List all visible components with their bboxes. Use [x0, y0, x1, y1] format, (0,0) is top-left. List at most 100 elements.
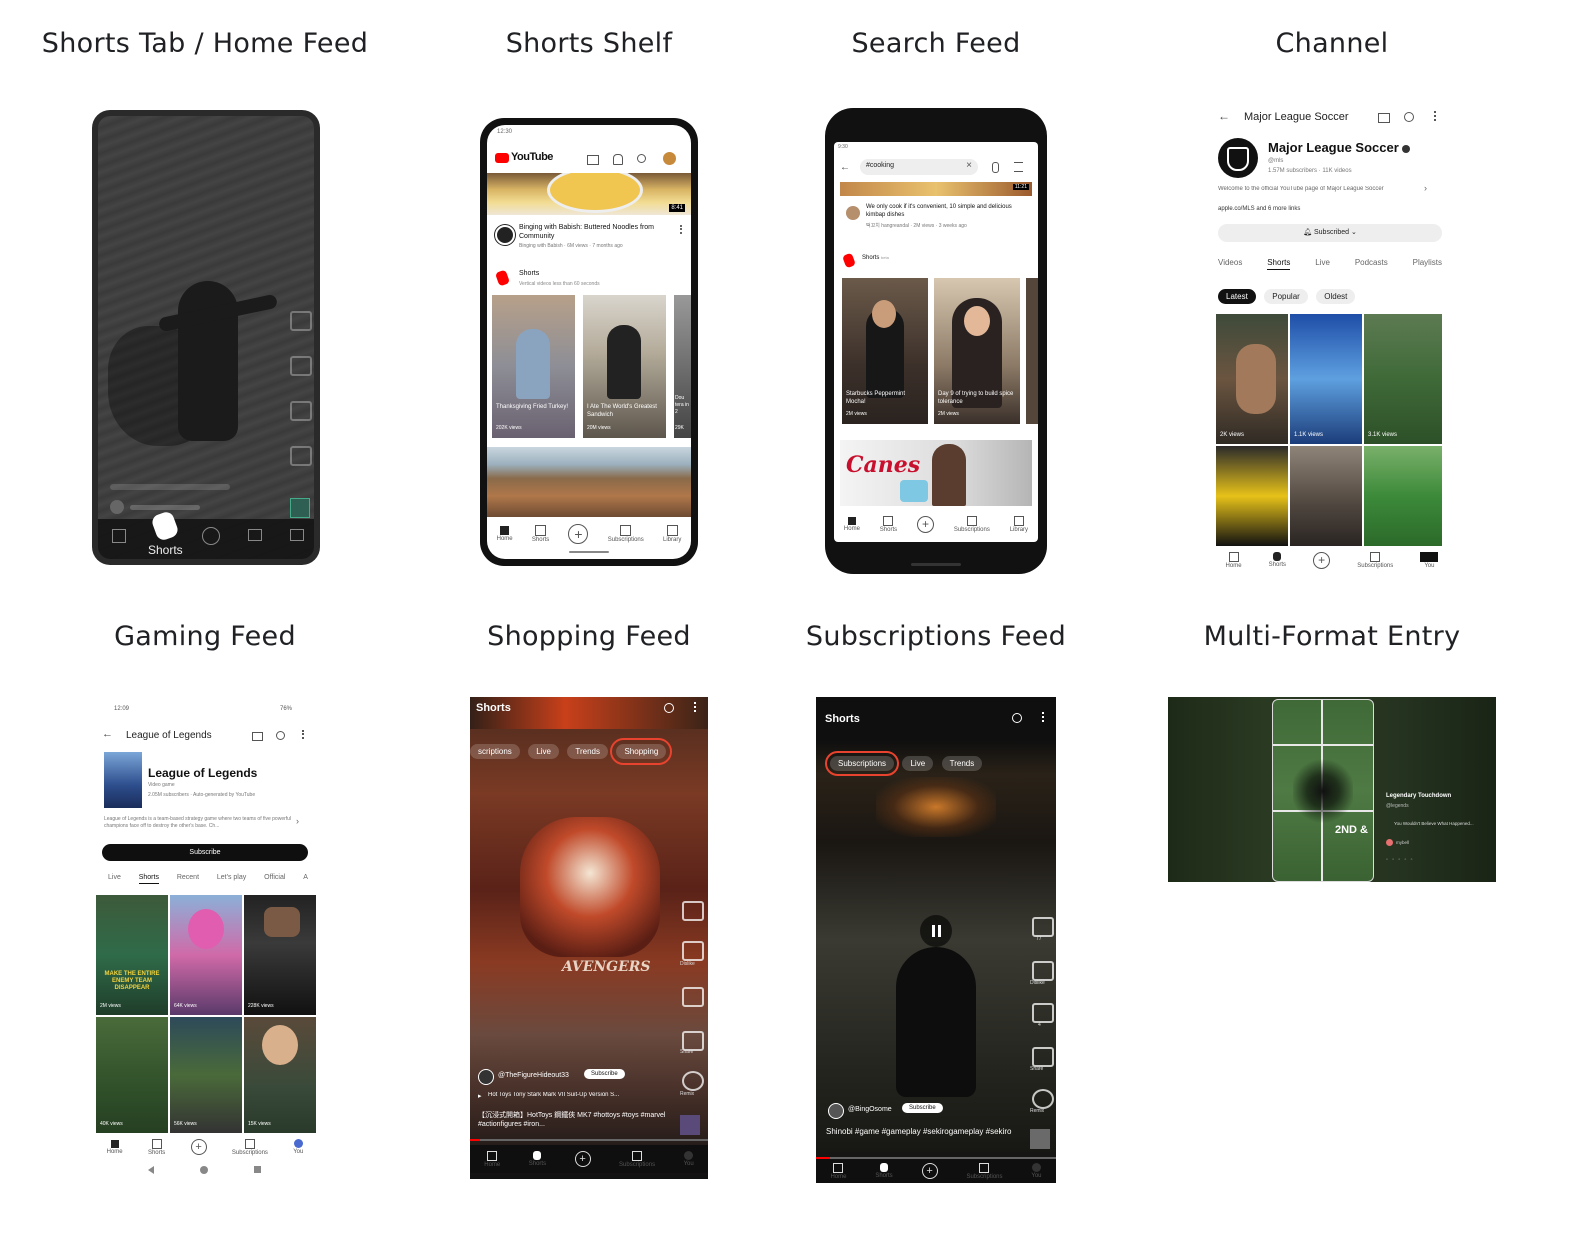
nav-you[interactable]: You — [1031, 1163, 1042, 1179]
nav-shorts[interactable]: Shorts — [1269, 552, 1286, 568]
nav-you[interactable]: You — [684, 1151, 694, 1167]
nav-shorts[interactable]: Shorts — [529, 1151, 546, 1167]
back-icon[interactable]: ← — [1218, 109, 1230, 123]
filter-oldest[interactable]: Oldest — [1316, 289, 1356, 304]
tab-live[interactable]: Live — [108, 874, 121, 884]
chip-subscriptions[interactable]: Subscriptions — [824, 751, 900, 776]
short-card[interactable]: Thanksgiving Fried Turkey! 202K views — [492, 295, 575, 438]
short-card[interactable]: 2K views — [1216, 314, 1288, 444]
nav-home[interactable]: Home — [484, 1150, 500, 1168]
tab-shorts[interactable]: Shorts — [1267, 258, 1291, 270]
video-title[interactable]: We only cook if it's convenient, 10 simp… — [866, 203, 1016, 219]
search-icon[interactable] — [276, 731, 285, 740]
shop-subscribe-button[interactable]: Subscribe — [584, 1069, 625, 1079]
subscribed-button[interactable]: 🔔︎ Subscribed ⌄ — [1218, 224, 1442, 242]
create-icon[interactable]: + — [568, 524, 589, 544]
game-description[interactable]: League of Legends is a team-based strate… — [104, 816, 300, 830]
shop-like-icon[interactable] — [682, 901, 704, 921]
account-avatar[interactable] — [663, 152, 676, 165]
subs-remix-icon[interactable] — [1032, 1089, 1054, 1109]
chip-live[interactable]: Live — [902, 756, 934, 771]
shop-channel-avatar[interactable] — [478, 1069, 494, 1085]
short-card[interactable] — [1364, 446, 1442, 546]
nav-home[interactable]: Home — [107, 1139, 123, 1155]
shop-remix-icon[interactable] — [682, 1071, 704, 1091]
more-icon[interactable] — [302, 730, 306, 739]
android-back-icon[interactable] — [148, 1166, 154, 1174]
create-icon[interactable]: + — [1313, 551, 1331, 569]
nav-subscriptions[interactable]: Subscriptions — [954, 515, 990, 533]
filter-icon[interactable] — [1014, 162, 1023, 172]
multi-video-title[interactable]: Legendary Touchdown — [1386, 793, 1451, 799]
short-card[interactable]: 3.1K views — [1364, 314, 1442, 444]
short-card[interactable]: 1.1K views — [1290, 314, 1362, 444]
short-card[interactable]: I Ate The World's Greatest Sandwich 20M … — [583, 295, 666, 438]
cast-icon[interactable] — [587, 155, 599, 165]
chevron-right-icon[interactable]: › — [296, 816, 299, 826]
chip-trends[interactable]: Trends — [941, 756, 983, 771]
search-icon[interactable] — [637, 154, 646, 163]
chip-trends[interactable]: Trends — [567, 744, 608, 759]
channel-avatar[interactable] — [110, 500, 124, 514]
nav-home[interactable]: Home — [497, 526, 513, 542]
shop-dislike-icon[interactable] — [682, 941, 704, 961]
video-channel-avatar[interactable] — [495, 225, 515, 245]
short-card[interactable]: MAKE THE ENTIRE ENEMY TEAM DISAPPEAR 2M … — [96, 895, 168, 1015]
more-icon[interactable] — [694, 702, 698, 712]
search-icon[interactable] — [1012, 713, 1022, 723]
search-input[interactable]: #cooking × — [860, 159, 978, 175]
multi-user-avatar[interactable] — [1386, 839, 1393, 846]
subs-like-icon[interactable] — [1032, 917, 1054, 937]
back-icon[interactable]: ← — [102, 728, 113, 740]
video-more-icon[interactable] — [680, 225, 684, 234]
nav-subscriptions[interactable]: Subscriptions — [232, 1138, 268, 1156]
search-icon[interactable] — [664, 703, 674, 713]
progress-bar[interactable] — [470, 1139, 708, 1141]
short-card[interactable]: 228K views — [244, 895, 316, 1015]
channel-links[interactable]: apple.co/MLS and 6 more links — [1218, 206, 1300, 212]
nav-home-icon[interactable] — [112, 529, 126, 543]
notifications-icon[interactable] — [613, 154, 623, 165]
shopping-bag-icon[interactable]: ▸ — [478, 1092, 482, 1100]
nav-library[interactable]: Library — [1010, 515, 1028, 533]
subs-comment-icon[interactable] — [1032, 1003, 1054, 1023]
youtube-logo-icon[interactable] — [495, 153, 509, 163]
like-icon[interactable] — [290, 311, 312, 331]
android-home-icon[interactable] — [200, 1166, 208, 1174]
nav-subscriptions[interactable]: Subscriptions — [1357, 551, 1393, 569]
nav-shorts[interactable]: Shorts — [148, 1138, 165, 1156]
nav-you[interactable]: You — [1420, 551, 1439, 569]
short-card[interactable] — [1290, 446, 1362, 546]
subs-share-icon[interactable] — [1032, 1047, 1054, 1067]
filter-latest[interactable]: Latest — [1218, 289, 1256, 304]
clear-icon[interactable]: × — [966, 160, 972, 171]
more-icon[interactable] — [1042, 712, 1046, 722]
nav-subscriptions[interactable]: Subscriptions — [966, 1162, 1003, 1180]
subscribe-button[interactable]: Subscribe — [102, 844, 308, 861]
video-thumbnail[interactable]: 8:41 — [487, 173, 691, 215]
pause-icon[interactable] — [920, 915, 952, 947]
channel-description[interactable]: Welcome to the official YouTube page of … — [1218, 186, 1428, 192]
shorts-logo-icon[interactable] — [150, 510, 180, 542]
cast-icon[interactable] — [252, 732, 263, 741]
shop-channel-name[interactable]: @TheFigureHideout33 — [498, 1072, 569, 1079]
short-card[interactable]: 15K views — [244, 1017, 316, 1133]
nav-home[interactable]: Home — [844, 516, 860, 532]
create-icon[interactable]: + — [190, 1139, 207, 1155]
short-card[interactable]: 40K views — [96, 1017, 168, 1133]
tab-videos[interactable]: Videos — [1218, 258, 1242, 270]
nav-shorts[interactable]: Shorts — [875, 1163, 893, 1179]
subs-dislike-icon[interactable] — [1032, 961, 1054, 981]
nav-create-icon[interactable] — [202, 527, 220, 545]
nav-library[interactable]: Library — [663, 525, 681, 543]
create-icon[interactable]: + — [574, 1151, 591, 1167]
video-title[interactable]: Binging with Babish: Buttered Noodles fr… — [519, 223, 669, 241]
nav-home[interactable]: Home — [830, 1162, 846, 1180]
subs-channel-avatar[interactable] — [828, 1103, 844, 1119]
nav-subscriptions-icon[interactable] — [248, 529, 262, 541]
nav-you[interactable]: You — [293, 1139, 303, 1155]
chevron-right-icon[interactable]: › — [1424, 183, 1427, 193]
search-icon[interactable] — [1404, 112, 1414, 122]
filter-popular[interactable]: Popular — [1264, 289, 1308, 304]
shorts-tab-label[interactable]: Shorts — [148, 543, 183, 557]
